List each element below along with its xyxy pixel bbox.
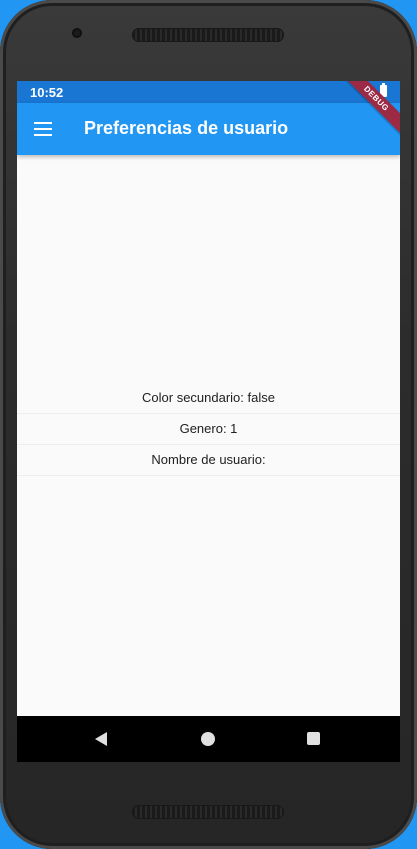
preferences-list: Color secundario: false Genero: 1 Nombre… <box>17 383 400 476</box>
menu-icon-line <box>34 122 52 124</box>
preference-username: Nombre de usuario: <box>17 445 400 476</box>
app-bar: Preferencias de usuario <box>17 103 400 155</box>
front-camera <box>72 28 82 38</box>
menu-icon[interactable] <box>34 122 52 136</box>
bottom-speaker <box>132 805 284 819</box>
menu-icon-line <box>34 134 52 136</box>
home-icon[interactable] <box>201 732 215 746</box>
status-bar: 10:52 <box>17 81 400 103</box>
screen: 10:52 Preferencias de usuario DEBUG Colo… <box>17 81 400 762</box>
phone-frame: 10:52 Preferencias de usuario DEBUG Colo… <box>0 0 417 849</box>
status-time: 10:52 <box>30 85 64 100</box>
navigation-bar <box>17 716 400 762</box>
preference-secondary-color: Color secundario: false <box>17 383 400 414</box>
menu-icon-line <box>34 128 52 130</box>
recent-apps-icon[interactable] <box>307 732 320 745</box>
preference-gender: Genero: 1 <box>17 414 400 445</box>
top-speaker <box>132 28 284 42</box>
back-icon[interactable] <box>95 732 107 746</box>
page-title: Preferencias de usuario <box>84 118 289 138</box>
